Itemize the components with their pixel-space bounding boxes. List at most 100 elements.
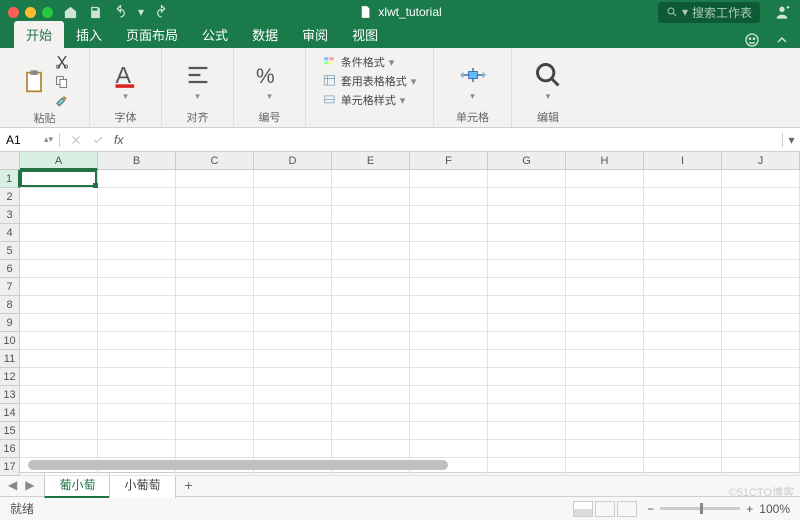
row-header[interactable]: 1 xyxy=(0,170,20,188)
cell[interactable] xyxy=(410,332,488,350)
cell[interactable] xyxy=(20,386,98,404)
cell[interactable] xyxy=(254,404,332,422)
cell[interactable] xyxy=(722,278,800,296)
cell[interactable] xyxy=(98,260,176,278)
cell[interactable] xyxy=(176,260,254,278)
cell[interactable] xyxy=(644,170,722,188)
tab-2[interactable]: 页面布局 xyxy=(114,21,190,48)
cell[interactable] xyxy=(20,332,98,350)
cell-button[interactable]: ▾ xyxy=(459,61,487,102)
cell[interactable] xyxy=(254,224,332,242)
row-header[interactable]: 4 xyxy=(0,224,20,242)
cell[interactable] xyxy=(176,224,254,242)
cell[interactable] xyxy=(644,332,722,350)
cell[interactable] xyxy=(566,386,644,404)
copy-icon[interactable] xyxy=(54,74,70,90)
cell[interactable] xyxy=(722,404,800,422)
cell[interactable] xyxy=(410,260,488,278)
cell[interactable] xyxy=(410,314,488,332)
cell[interactable] xyxy=(332,368,410,386)
cell[interactable] xyxy=(254,278,332,296)
cell[interactable] xyxy=(410,368,488,386)
row-header[interactable]: 3 xyxy=(0,206,20,224)
cell[interactable] xyxy=(722,440,800,458)
cell[interactable] xyxy=(176,314,254,332)
row-header[interactable]: 8 xyxy=(0,296,20,314)
cut-icon[interactable] xyxy=(54,54,70,70)
tab-5[interactable]: 审阅 xyxy=(290,21,340,48)
col-header[interactable]: B xyxy=(98,152,176,170)
paste-button[interactable] xyxy=(20,68,48,96)
search-input[interactable]: ▾ 搜索工作表 xyxy=(658,2,760,23)
cell[interactable] xyxy=(566,242,644,260)
cell[interactable] xyxy=(488,170,566,188)
cell[interactable] xyxy=(20,296,98,314)
cancel-icon[interactable] xyxy=(70,134,82,146)
cell[interactable] xyxy=(488,278,566,296)
cell[interactable] xyxy=(488,314,566,332)
edit-button[interactable]: ▾ xyxy=(534,61,562,102)
col-header[interactable]: A xyxy=(20,152,98,170)
cell[interactable] xyxy=(176,206,254,224)
horizontal-scrollbar[interactable] xyxy=(28,460,448,470)
cell[interactable] xyxy=(20,260,98,278)
cell[interactable] xyxy=(410,242,488,260)
cell[interactable] xyxy=(644,206,722,224)
cell[interactable] xyxy=(98,296,176,314)
cell[interactable] xyxy=(488,206,566,224)
cell[interactable] xyxy=(98,404,176,422)
cell[interactable] xyxy=(722,260,800,278)
home-icon[interactable] xyxy=(63,5,78,20)
cell[interactable] xyxy=(722,458,800,476)
cell[interactable] xyxy=(176,404,254,422)
collapse-ribbon-icon[interactable] xyxy=(774,32,790,48)
cell[interactable] xyxy=(332,422,410,440)
cell[interactable] xyxy=(566,314,644,332)
share-icon[interactable] xyxy=(774,4,790,20)
cell[interactable] xyxy=(176,242,254,260)
row-header[interactable]: 2 xyxy=(0,188,20,206)
cell[interactable] xyxy=(20,188,98,206)
col-header[interactable]: D xyxy=(254,152,332,170)
cell[interactable] xyxy=(332,278,410,296)
cell[interactable] xyxy=(488,368,566,386)
cell[interactable] xyxy=(176,188,254,206)
cell[interactable] xyxy=(20,440,98,458)
cell[interactable] xyxy=(488,458,566,476)
cell[interactable] xyxy=(332,386,410,404)
cell[interactable] xyxy=(332,314,410,332)
cell[interactable] xyxy=(98,170,176,188)
cell[interactable] xyxy=(176,440,254,458)
cell[interactable] xyxy=(20,314,98,332)
col-header[interactable]: E xyxy=(332,152,410,170)
cell[interactable] xyxy=(98,440,176,458)
cell[interactable] xyxy=(566,260,644,278)
cell[interactable] xyxy=(98,350,176,368)
cell[interactable] xyxy=(254,386,332,404)
cell[interactable] xyxy=(410,296,488,314)
col-header[interactable]: J xyxy=(722,152,800,170)
cell[interactable] xyxy=(566,170,644,188)
tab-0[interactable]: 开始 xyxy=(14,21,64,48)
cell[interactable] xyxy=(254,368,332,386)
cell[interactable] xyxy=(566,350,644,368)
cell[interactable] xyxy=(20,350,98,368)
view-normal-icon[interactable] xyxy=(573,501,593,517)
cell[interactable] xyxy=(332,404,410,422)
cell[interactable] xyxy=(20,224,98,242)
cell[interactable] xyxy=(722,206,800,224)
cell[interactable] xyxy=(410,278,488,296)
cell[interactable] xyxy=(488,404,566,422)
col-header[interactable]: C xyxy=(176,152,254,170)
align-button[interactable]: ▾ xyxy=(184,61,212,102)
row-header[interactable]: 5 xyxy=(0,242,20,260)
confirm-icon[interactable] xyxy=(92,134,104,146)
cell[interactable] xyxy=(722,242,800,260)
cell[interactable] xyxy=(332,332,410,350)
cell[interactable] xyxy=(20,206,98,224)
undo-icon[interactable] xyxy=(113,5,128,20)
cell[interactable] xyxy=(566,368,644,386)
close-window[interactable] xyxy=(8,7,19,18)
cell[interactable] xyxy=(410,224,488,242)
table-style-button[interactable]: 套用表格格式▾ xyxy=(323,73,417,89)
